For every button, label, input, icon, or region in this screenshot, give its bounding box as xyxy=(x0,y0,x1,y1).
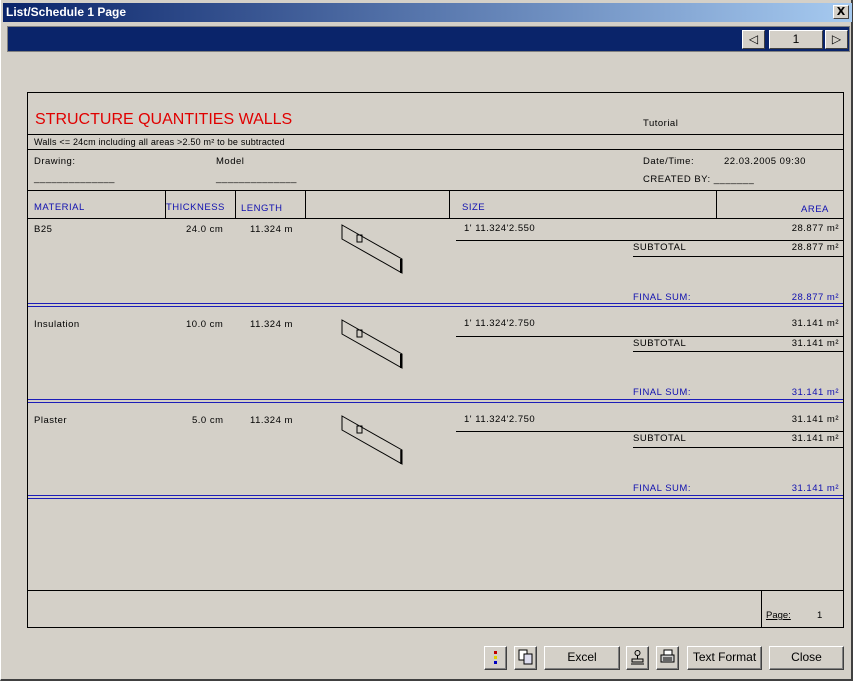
col-divider xyxy=(449,190,450,218)
wall-drawing-icon xyxy=(340,318,404,370)
list-schedule-window: List/Schedule 1 Page X ◁ 1 ▷ STRUCTURE Q… xyxy=(0,0,853,681)
col-size: SIZE xyxy=(462,202,486,213)
page-number-field[interactable]: 1 xyxy=(769,30,823,49)
model-label: Model xyxy=(216,156,245,167)
stamp-icon xyxy=(631,650,644,665)
copy-pages-icon xyxy=(518,649,533,665)
color-settings-button[interactable] xyxy=(484,646,507,670)
divider xyxy=(28,134,843,135)
row-length: 11.324 m xyxy=(250,415,293,426)
col-divider xyxy=(716,190,717,218)
divider xyxy=(28,218,843,219)
subtotal-label: SUBTOTAL xyxy=(633,338,687,349)
final-sum-label: FINAL SUM: xyxy=(633,292,691,303)
row-size: 1' 11.324'2.750 xyxy=(464,414,536,425)
subtotal-value: 31.141 m² xyxy=(791,433,839,444)
model-blank: ______________ xyxy=(216,173,297,184)
final-sum-label: FINAL SUM: xyxy=(633,387,691,398)
footer-page-label: Page: xyxy=(766,610,791,621)
row-size: 1' 11.324'2.550 xyxy=(464,223,536,234)
print-button[interactable] xyxy=(656,646,679,670)
row-separator xyxy=(28,303,843,304)
divider xyxy=(456,240,843,241)
row-separator xyxy=(28,495,843,496)
row-length: 11.324 m xyxy=(250,224,293,235)
footer-page-value: 1 xyxy=(817,610,823,621)
color-dots-icon xyxy=(494,651,497,664)
final-sum-value: 31.141 m² xyxy=(791,483,839,494)
col-length: LENGTH xyxy=(241,203,283,214)
row-separator xyxy=(28,498,843,499)
text-format-button[interactable]: Text Format xyxy=(687,646,762,670)
row-material: B25 xyxy=(34,224,53,235)
final-sum-value: 31.141 m² xyxy=(791,387,839,398)
row-thickness: 24.0 cm xyxy=(186,224,224,235)
footer-col-divider xyxy=(761,590,762,627)
stamp-button[interactable] xyxy=(626,646,649,670)
drawing-label: Drawing: xyxy=(34,156,76,167)
report-page: STRUCTURE QUANTITIES WALLS Tutorial Wall… xyxy=(27,92,844,628)
col-divider xyxy=(235,190,236,218)
row-area: 28.877 m² xyxy=(791,223,839,234)
row-length: 11.324 m xyxy=(250,319,293,330)
next-page-button[interactable]: ▷ xyxy=(825,30,848,49)
window-title: List/Schedule 1 Page xyxy=(6,5,127,19)
divider xyxy=(633,256,843,257)
footer-divider xyxy=(28,590,843,591)
col-material: MATERIAL xyxy=(34,202,85,213)
col-divider xyxy=(305,190,306,218)
divider xyxy=(456,336,843,337)
row-area: 31.141 m² xyxy=(791,318,839,329)
row-separator xyxy=(28,399,843,400)
copy-button[interactable] xyxy=(514,646,537,670)
final-sum-label: FINAL SUM: xyxy=(633,483,691,494)
divider xyxy=(456,431,843,432)
row-material: Plaster xyxy=(34,415,68,426)
subtotal-value: 28.877 m² xyxy=(791,242,839,253)
page-nav-bar: ◁ 1 ▷ xyxy=(7,26,850,52)
subtotal-value: 31.141 m² xyxy=(791,338,839,349)
datetime-label: Date/Time: xyxy=(643,156,695,167)
row-separator xyxy=(28,402,843,403)
divider xyxy=(28,149,843,150)
final-sum-value: 28.877 m² xyxy=(791,292,839,303)
report-title: STRUCTURE QUANTITIES WALLS xyxy=(35,111,293,128)
row-thickness: 10.0 cm xyxy=(186,319,224,330)
row-thickness: 5.0 cm xyxy=(192,415,224,426)
created-by-label: CREATED BY: _______ xyxy=(643,174,755,185)
row-area: 31.141 m² xyxy=(791,414,839,425)
report-subtitle: Walls <= 24cm including all areas >2.50 … xyxy=(34,137,285,147)
title-bar: List/Schedule 1 Page X xyxy=(3,3,852,22)
row-separator xyxy=(28,306,843,307)
close-button[interactable]: Close xyxy=(769,646,844,670)
prev-page-button[interactable]: ◁ xyxy=(742,30,765,49)
subtotal-label: SUBTOTAL xyxy=(633,433,687,444)
divider xyxy=(28,190,843,191)
col-thickness: THICKNESS xyxy=(166,202,225,213)
col-area: AREA xyxy=(801,204,829,215)
excel-button[interactable]: Excel xyxy=(544,646,620,670)
wall-drawing-icon xyxy=(340,223,404,275)
printer-icon xyxy=(660,649,675,663)
drawing-blank: ______________ xyxy=(34,173,115,184)
row-size: 1' 11.324'2.750 xyxy=(464,318,536,329)
row-material: Insulation xyxy=(34,319,80,330)
divider xyxy=(633,351,843,352)
subtotal-label: SUBTOTAL xyxy=(633,242,687,253)
wall-drawing-icon xyxy=(340,414,404,466)
window-close-button[interactable]: X xyxy=(833,5,849,19)
divider xyxy=(633,447,843,448)
project-name: Tutorial xyxy=(643,118,679,129)
datetime-value: 22.03.2005 09:30 xyxy=(724,156,806,167)
